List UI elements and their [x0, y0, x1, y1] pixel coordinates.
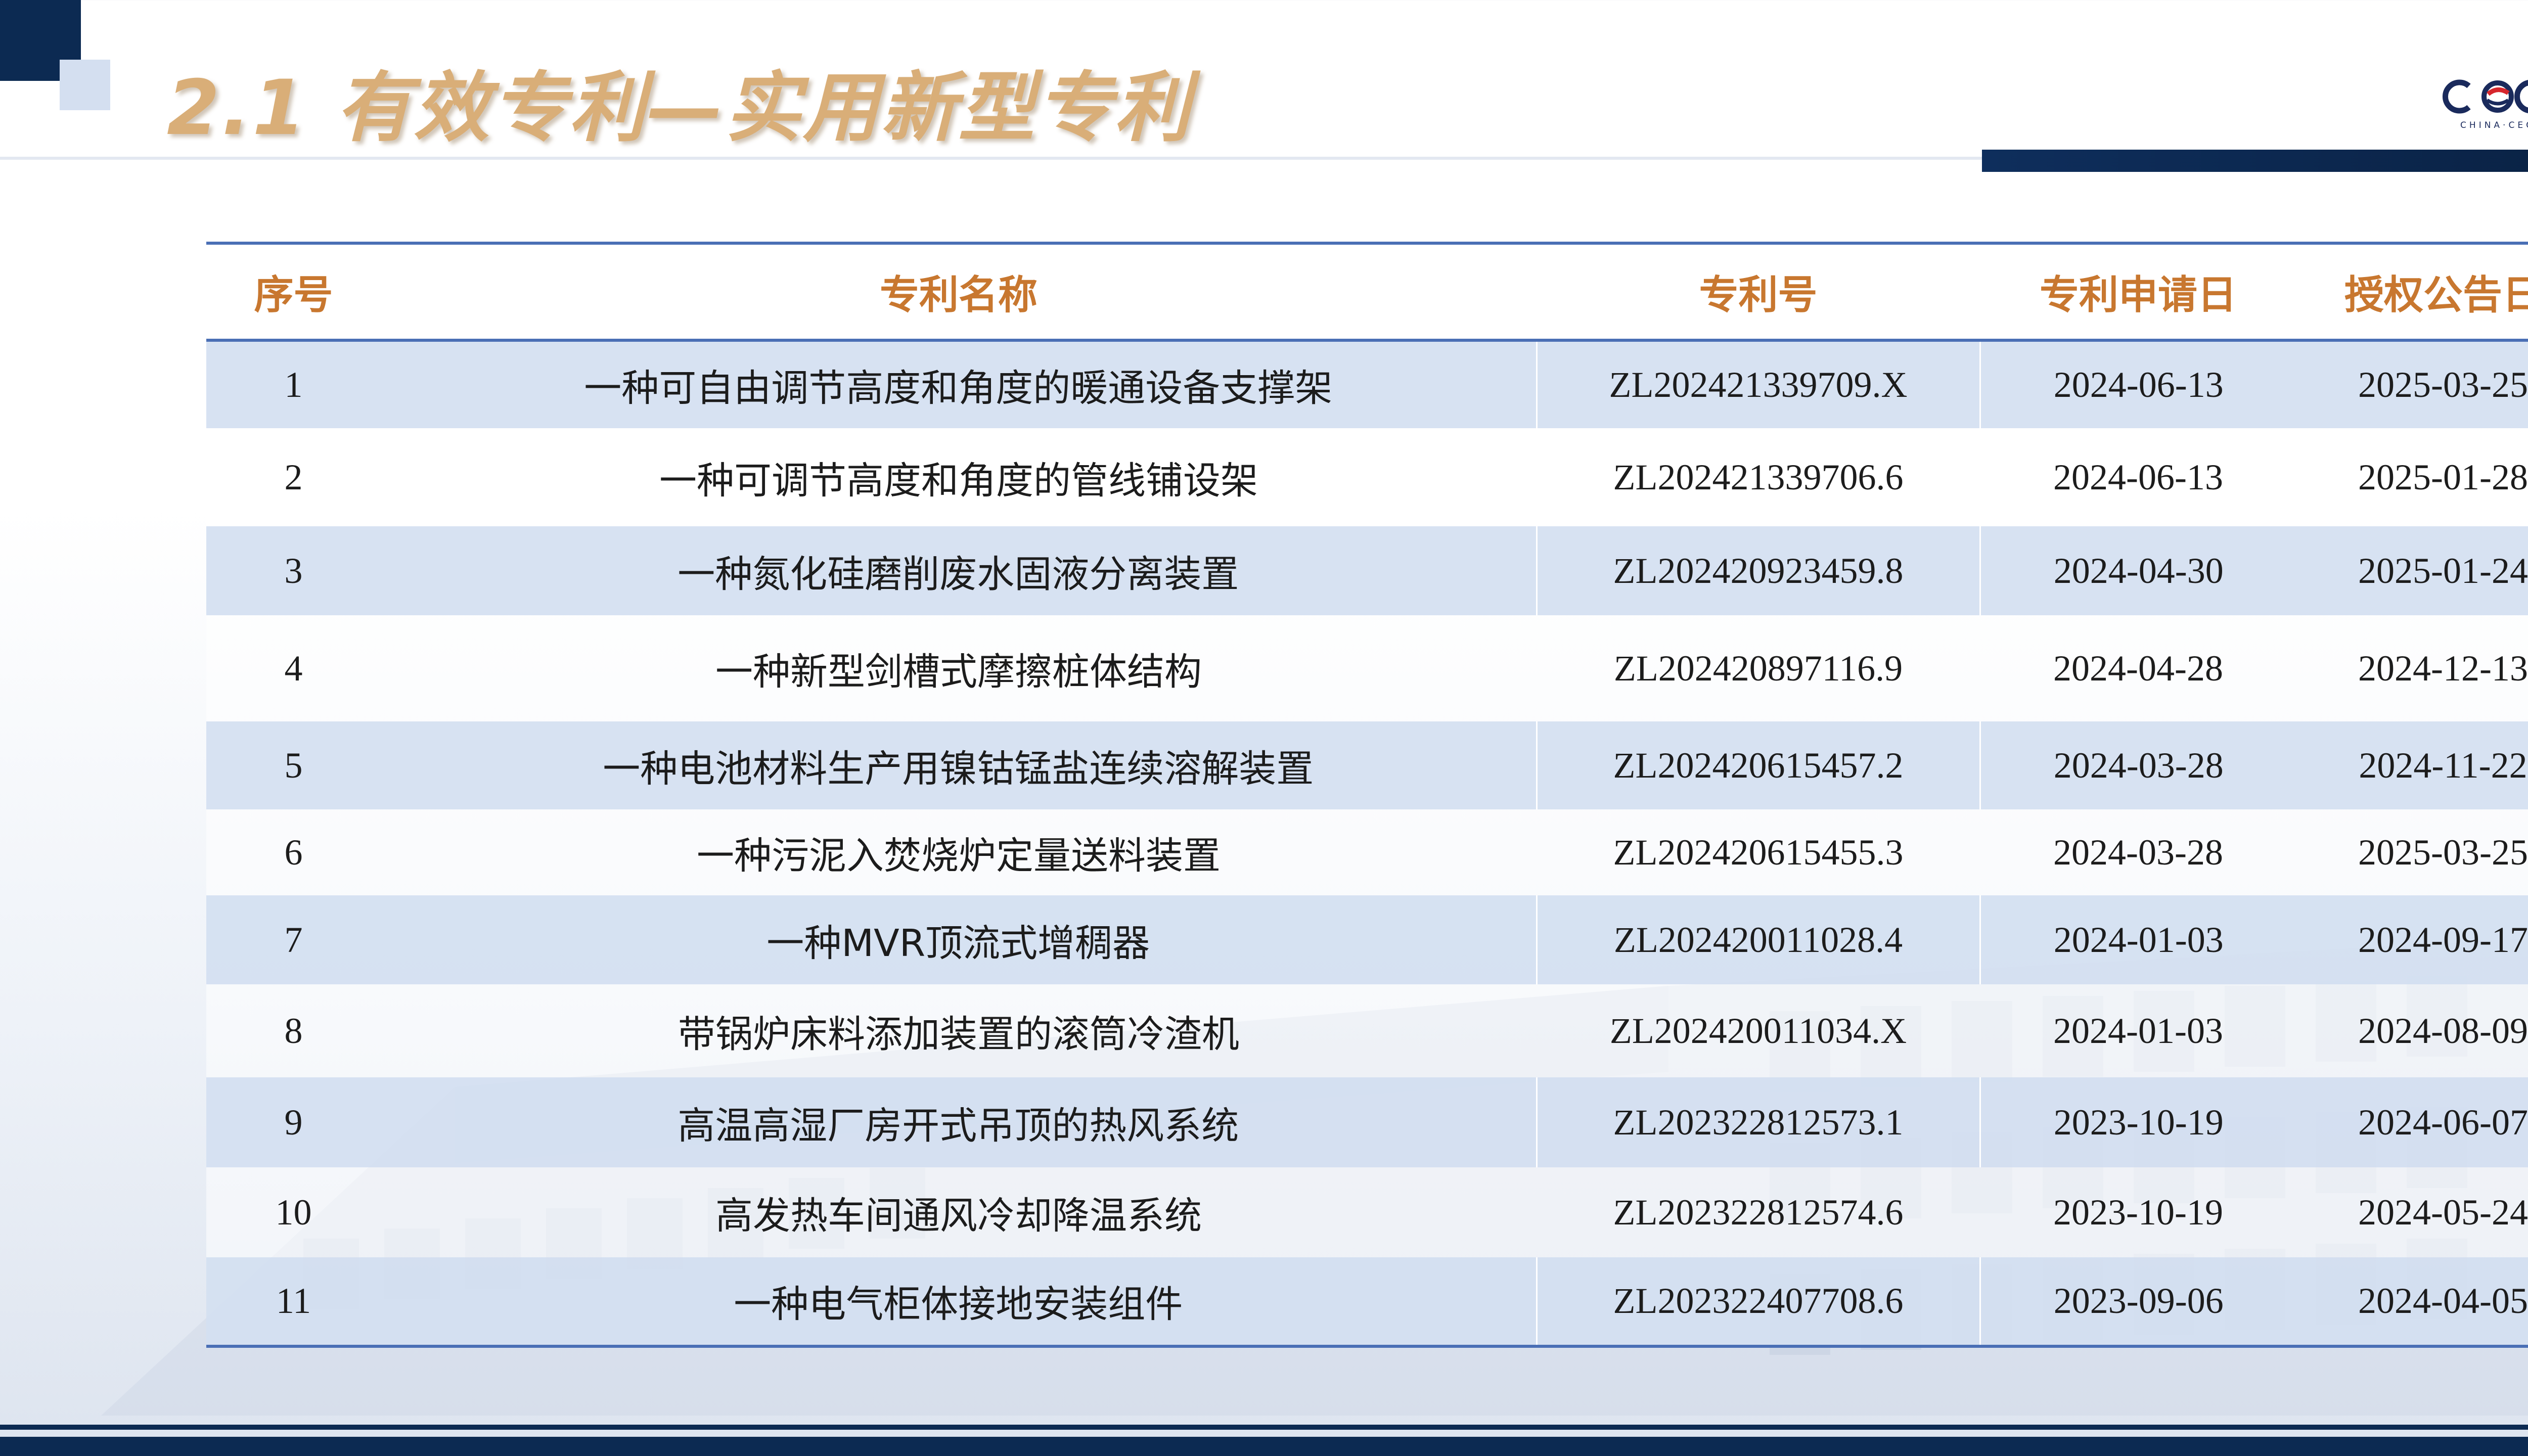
cell-name: 一种电气柜体接地安装组件 — [381, 1257, 1538, 1348]
cell-no: 3 — [206, 526, 381, 615]
logo-text: CHINA·CEC — [2460, 120, 2528, 130]
cell-no: 6 — [206, 809, 381, 895]
table-row: 1 一种可自由调节高度和角度的暖通设备支撑架 ZL202421339709.X … — [206, 340, 2528, 428]
table-row: 7 一种MVR顶流式增稠器 ZL202420011028.4 2024-01-0… — [206, 895, 2528, 984]
table-header: 序号 专利名称 专利号 专利申请日 授权公告日 — [206, 242, 2528, 342]
cell-patent-no: ZL202420615457.2 — [1537, 721, 1981, 809]
cell-patent-no: ZL202420897116.9 — [1537, 615, 1980, 721]
cell-patent-no: ZL202322407708.6 — [1537, 1257, 1981, 1348]
cell-patent-no: ZL202420011034.X — [1537, 984, 1980, 1077]
cell-patent-no: ZL202421339709.X — [1537, 340, 1981, 428]
cell-name: 带锅炉床料添加装置的滚筒冷渣机 — [381, 984, 1537, 1077]
patent-table: 序号 专利名称 专利号 专利申请日 授权公告日 1 一种可自由调节高度和角度的暖… — [206, 242, 2528, 1348]
cell-no: 5 — [206, 721, 381, 809]
table-row: 10 高发热车间通风冷却降温系统 ZL202322812574.6 2023-1… — [206, 1167, 2528, 1257]
cell-no: 11 — [206, 1257, 381, 1348]
cell-grant-date: 2024-09-17 — [2296, 895, 2528, 984]
column-header-name: 专利名称 — [381, 242, 1537, 342]
footer-line — [0, 1425, 2528, 1430]
cell-patent-no: ZL202421339706.6 — [1537, 428, 1980, 526]
cell-grant-date: 2024-05-24 — [2296, 1167, 2528, 1257]
cell-grant-date: 2025-01-28 — [2296, 428, 2528, 526]
cell-patent-no: ZL202322812574.6 — [1537, 1167, 1980, 1257]
cell-no: 8 — [206, 984, 381, 1077]
cell-name: 一种可自由调节高度和角度的暖通设备支撑架 — [381, 340, 1538, 428]
cell-patent-no: ZL202420011028.4 — [1537, 895, 1981, 984]
cell-no: 1 — [206, 340, 381, 428]
cell-grant-date: 2024-12-13 — [2296, 615, 2528, 721]
cec-logo-icon — [2442, 79, 2528, 114]
cell-name: 一种可调节高度和角度的管线铺设架 — [381, 428, 1537, 526]
cell-name: 一种氮化硅磨削废水固液分离装置 — [381, 526, 1538, 615]
table-row: 9 高温高湿厂房开式吊顶的热风系统 ZL202322812573.1 2023-… — [206, 1077, 2528, 1167]
table-row: 6 一种污泥入焚烧炉定量送料装置 ZL202420615455.3 2024-0… — [206, 809, 2528, 895]
cell-apply-date: 2024-01-03 — [1980, 895, 2296, 984]
cell-grant-date: 2024-06-07 — [2296, 1077, 2528, 1167]
page-title: 2.1 有效专利—实用新型专利 — [167, 64, 1192, 152]
cell-grant-date: 2025-03-25 — [2296, 340, 2528, 428]
cell-grant-date: 2025-03-25 — [2296, 809, 2528, 895]
column-header-apply-date: 专利申请日 — [1980, 242, 2296, 342]
table-row: 3 一种氮化硅磨削废水固液分离装置 ZL202420923459.8 2024-… — [206, 526, 2528, 615]
cell-grant-date: 2024-04-05 — [2296, 1257, 2528, 1348]
cell-apply-date: 2024-06-13 — [1980, 340, 2296, 428]
cell-no: 2 — [206, 428, 381, 526]
cell-name: 一种污泥入焚烧炉定量送料装置 — [381, 809, 1537, 895]
table-row: 8 带锅炉床料添加装置的滚筒冷渣机 ZL202420011034.X 2024-… — [206, 984, 2528, 1077]
header-accent-bar — [1982, 150, 2528, 172]
table-row: 11 一种电气柜体接地安装组件 ZL202322407708.6 2023-09… — [206, 1257, 2528, 1348]
table-header-row: 序号 专利名称 专利号 专利申请日 授权公告日 — [206, 242, 2528, 342]
cell-apply-date: 2024-04-28 — [1980, 615, 2296, 721]
cell-apply-date: 2024-03-28 — [1980, 809, 2296, 895]
table-row: 4 一种新型剑槽式摩擦桩体结构 ZL202420897116.9 2024-04… — [206, 615, 2528, 721]
cell-no: 4 — [206, 615, 381, 721]
cell-patent-no: ZL202420615455.3 — [1537, 809, 1980, 895]
cell-apply-date: 2024-04-30 — [1980, 526, 2296, 615]
cell-name: 高发热车间通风冷却降温系统 — [381, 1167, 1537, 1257]
cell-name: 一种电池材料生产用镍钴锰盐连续溶解装置 — [381, 721, 1538, 809]
cell-patent-no: ZL202322812573.1 — [1537, 1077, 1981, 1167]
header-divider — [0, 157, 1982, 160]
cell-apply-date: 2023-10-19 — [1980, 1077, 2296, 1167]
cell-apply-date: 2024-01-03 — [1980, 984, 2296, 1077]
cell-apply-date: 2023-10-19 — [1980, 1167, 2296, 1257]
cell-apply-date: 2024-03-28 — [1980, 721, 2296, 809]
cell-apply-date: 2024-06-13 — [1980, 428, 2296, 526]
cell-name: 一种新型剑槽式摩擦桩体结构 — [381, 615, 1537, 721]
cell-no: 7 — [206, 895, 381, 984]
cell-no: 9 — [206, 1077, 381, 1167]
cell-grant-date: 2024-11-22 — [2296, 721, 2528, 809]
cell-grant-date: 2024-08-09 — [2296, 984, 2528, 1077]
footer-bar — [0, 1437, 2528, 1456]
cell-apply-date: 2023-09-06 — [1980, 1257, 2296, 1348]
table-row: 5 一种电池材料生产用镍钴锰盐连续溶解装置 ZL202420615457.2 2… — [206, 721, 2528, 809]
cell-grant-date: 2025-01-24 — [2296, 526, 2528, 615]
cell-no: 10 — [206, 1167, 381, 1257]
column-header-no: 序号 — [206, 242, 381, 342]
cell-name: 高温高湿厂房开式吊顶的热风系统 — [381, 1077, 1538, 1167]
corner-decoration-light — [60, 60, 110, 110]
table-body: 1 一种可自由调节高度和角度的暖通设备支撑架 ZL202421339709.X … — [206, 340, 2528, 1348]
cec-logo: CHINA·CEC — [2440, 71, 2528, 136]
column-header-patent-no: 专利号 — [1537, 242, 1980, 342]
cell-patent-no: ZL202420923459.8 — [1537, 526, 1981, 615]
table-row: 2 一种可调节高度和角度的管线铺设架 ZL202421339706.6 2024… — [206, 428, 2528, 526]
column-header-grant-date: 授权公告日 — [2296, 242, 2528, 342]
cell-name: 一种MVR顶流式增稠器 — [381, 895, 1538, 984]
